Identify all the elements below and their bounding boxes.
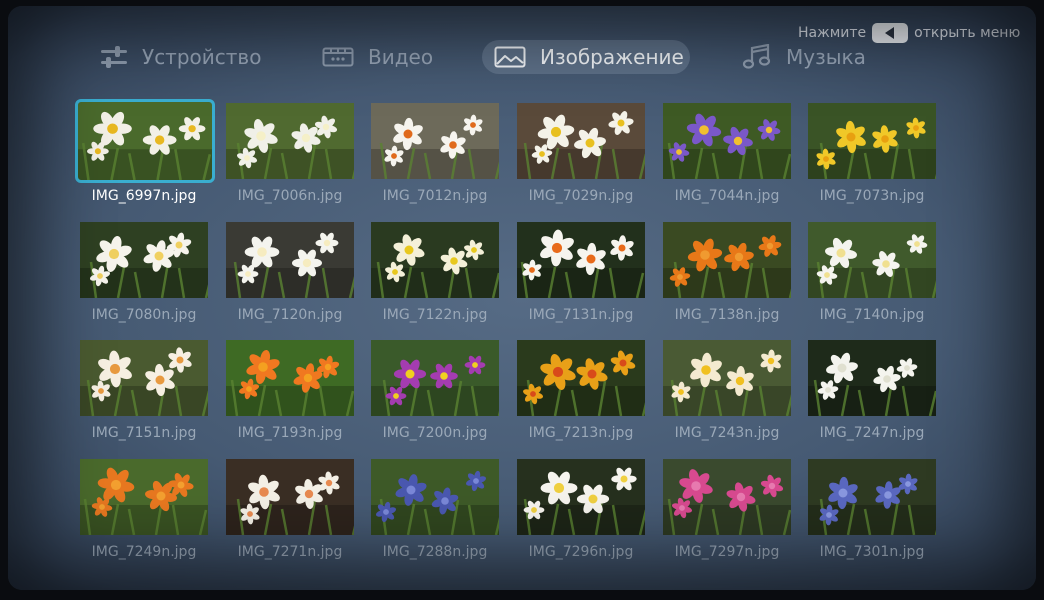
flower-photo-icon — [517, 459, 645, 535]
photo-thumbnail[interactable] — [371, 103, 499, 179]
photo-thumbnail[interactable] — [226, 103, 354, 179]
tv-screen: Нажмите открыть меню Устройство Видео Из… — [8, 6, 1036, 590]
flower-photo-icon — [808, 103, 936, 179]
photo-thumbnail[interactable] — [226, 340, 354, 416]
flower-photo-icon — [517, 103, 645, 179]
photo-filename: IMG_7140n.jpg — [819, 307, 925, 323]
flower-photo-icon — [663, 222, 791, 298]
photo-thumbnail[interactable] — [75, 99, 215, 183]
photo-thumbnail[interactable] — [808, 103, 936, 179]
photo-thumbnail[interactable] — [517, 103, 645, 179]
photo-thumbnail[interactable] — [371, 222, 499, 298]
photo-thumbnail[interactable] — [371, 340, 499, 416]
flower-photo-icon — [80, 459, 208, 535]
photo-thumbnail[interactable] — [808, 459, 936, 535]
photo-grid: IMG_6997n.jpg IMG_7006n.jpg IMG_7012n.jpg I… — [8, 6, 1036, 590]
photo-thumbnail[interactable] — [80, 459, 208, 535]
flower-photo-icon — [808, 459, 936, 535]
flower-photo-icon — [371, 459, 499, 535]
photo-thumbnail[interactable] — [663, 222, 791, 298]
photo-thumbnail[interactable] — [808, 340, 936, 416]
photo-filename: IMG_7044n.jpg — [674, 188, 780, 204]
photo-thumbnail[interactable] — [663, 459, 791, 535]
photo-filename: IMG_7243n.jpg — [674, 425, 780, 441]
photo-filename: IMG_7006n.jpg — [237, 188, 343, 204]
photo-filename: IMG_7122n.jpg — [382, 307, 488, 323]
photo-filename: IMG_7012n.jpg — [382, 188, 488, 204]
flower-photo-icon — [226, 103, 354, 179]
photo-filename: IMG_7131n.jpg — [528, 307, 634, 323]
flower-photo-icon — [371, 222, 499, 298]
photo-filename: IMG_7151n.jpg — [91, 425, 197, 441]
photo-filename: IMG_7200n.jpg — [382, 425, 488, 441]
photo-filename: IMG_6997n.jpg — [91, 188, 197, 204]
photo-thumbnail[interactable] — [517, 340, 645, 416]
photo-filename: IMG_7120n.jpg — [237, 307, 343, 323]
photo-thumbnail[interactable] — [226, 222, 354, 298]
photo-filename: IMG_7247n.jpg — [819, 425, 925, 441]
flower-photo-icon — [517, 222, 645, 298]
photo-thumbnail[interactable] — [80, 222, 208, 298]
photo-filename: IMG_7271n.jpg — [237, 544, 343, 560]
photo-filename: IMG_7213n.jpg — [528, 425, 634, 441]
photo-thumbnail[interactable] — [808, 222, 936, 298]
photo-filename: IMG_7301n.jpg — [819, 544, 925, 560]
photo-thumbnail[interactable] — [517, 222, 645, 298]
photo-thumbnail[interactable] — [371, 459, 499, 535]
photo-thumbnail[interactable] — [226, 459, 354, 535]
photo-filename: IMG_7297n.jpg — [674, 544, 780, 560]
photo-filename: IMG_7080n.jpg — [91, 307, 197, 323]
flower-photo-icon — [371, 340, 499, 416]
photo-filename: IMG_7249n.jpg — [91, 544, 197, 560]
flower-photo-icon — [663, 459, 791, 535]
flower-photo-icon — [663, 340, 791, 416]
photo-thumbnail[interactable] — [663, 103, 791, 179]
photo-thumbnail[interactable] — [80, 340, 208, 416]
flower-photo-icon — [78, 102, 212, 180]
flower-photo-icon — [80, 340, 208, 416]
flower-photo-icon — [226, 222, 354, 298]
flower-photo-icon — [808, 222, 936, 298]
flower-photo-icon — [226, 459, 354, 535]
photo-filename: IMG_7193n.jpg — [237, 425, 343, 441]
flower-photo-icon — [663, 103, 791, 179]
photo-filename: IMG_7138n.jpg — [674, 307, 780, 323]
photo-filename: IMG_7296n.jpg — [528, 544, 634, 560]
photo-thumbnail[interactable] — [517, 459, 645, 535]
photo-filename: IMG_7073n.jpg — [819, 188, 925, 204]
photo-filename: IMG_7288n.jpg — [382, 544, 488, 560]
photo-filename: IMG_7029n.jpg — [528, 188, 634, 204]
flower-photo-icon — [517, 340, 645, 416]
photo-thumbnail[interactable] — [663, 340, 791, 416]
flower-photo-icon — [371, 103, 499, 179]
flower-photo-icon — [808, 340, 936, 416]
flower-photo-icon — [226, 340, 354, 416]
flower-photo-icon — [80, 222, 208, 298]
